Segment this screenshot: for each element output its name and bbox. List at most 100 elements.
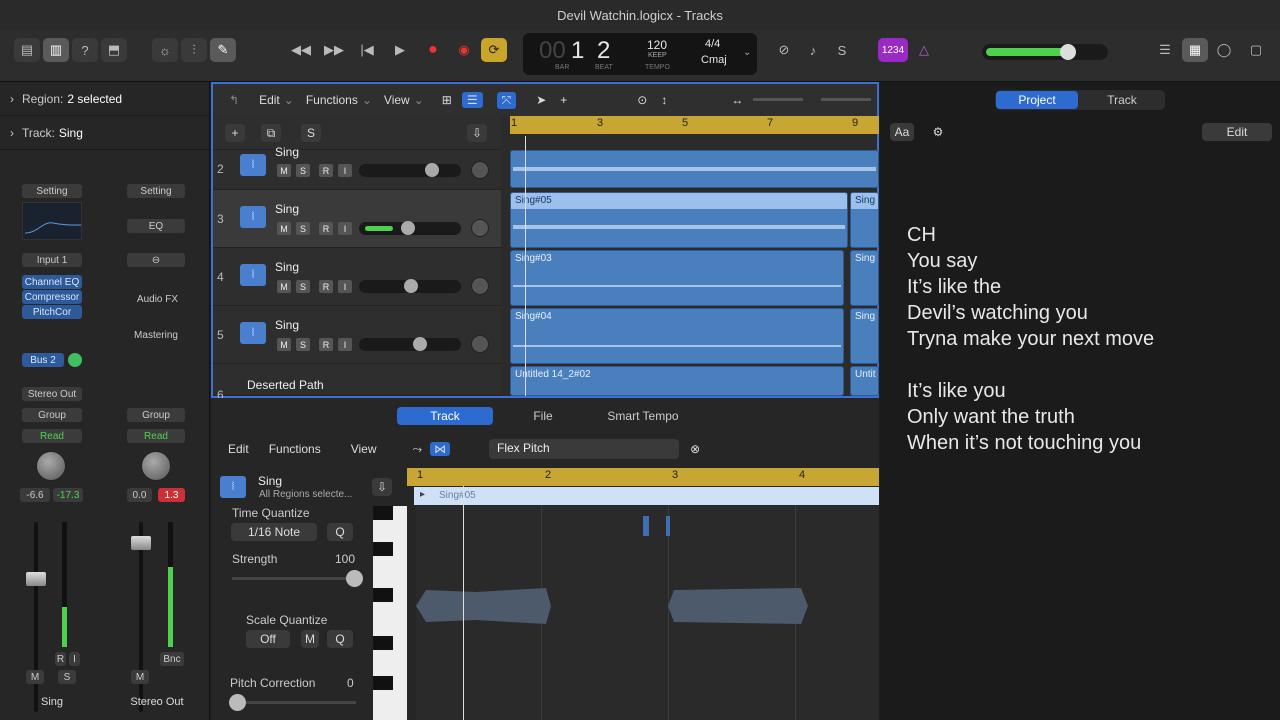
mute-button[interactable]: M [277,222,291,235]
tuner-icon[interactable]: ♪ [800,38,826,62]
back-icon[interactable]: ↰ [229,93,239,107]
cycle-icon[interactable]: ⟳ [481,38,507,62]
volume-fader[interactable] [26,572,46,586]
audio-region[interactable]: Sing#03 [510,250,844,306]
input-monitor-button[interactable]: I [338,338,352,351]
mute-button[interactable]: M [277,164,291,177]
edit-menu[interactable]: Edit [259,93,280,107]
editor-ruler[interactable]: 1 2 3 4 [407,468,879,486]
volume-slider[interactable] [359,221,461,235]
pan-knob[interactable] [36,451,66,481]
quantize-button[interactable]: Q [327,523,353,541]
editor-region-bar[interactable]: ▸ Sing#05 [414,487,879,505]
list-view-icon[interactable]: ☰ [461,92,483,108]
horizontal-zoom-icon[interactable]: ↔ [731,93,743,107]
audio-region[interactable]: Sing [850,250,879,306]
notepad-text[interactable]: CH You say It’s like the Devil’s watchin… [907,222,1154,456]
view-menu[interactable]: View [384,93,410,107]
play-icon[interactable]: ▶ [387,38,413,62]
strength-knob[interactable] [346,570,363,587]
volume-fader[interactable] [131,536,151,550]
mute-button[interactable]: M [277,338,291,351]
global-solo-icon[interactable]: S [301,124,321,142]
master-volume-knob[interactable] [1060,44,1076,60]
input-monitor-button[interactable]: I [338,222,352,235]
volume-knob[interactable] [413,337,427,351]
input-monitor-button[interactable]: I [338,280,352,293]
piano-black-key[interactable] [373,588,393,602]
metronome-icon[interactable]: △ [911,38,937,62]
scale-quantize-button[interactable]: Q [327,630,353,648]
pan-knob[interactable] [471,277,489,295]
add-tool-icon[interactable]: + [560,93,567,107]
plugin-slot[interactable]: Compressor [22,290,82,304]
help-icon[interactable]: ? [72,38,98,62]
tab-track[interactable]: Track [1081,91,1163,109]
list-editors-icon[interactable]: ☰ [1152,38,1178,62]
edit-button[interactable]: Edit [1202,123,1272,141]
mixer-icon[interactable]: ⫶ [181,38,207,62]
audio-region[interactable]: Sing [850,308,879,364]
audio-region[interactable]: Sing [850,192,879,248]
track-name[interactable]: Sing [275,202,299,216]
record-enable-button[interactable]: R [319,338,333,351]
solo-button[interactable]: S [58,670,76,684]
functions-menu[interactable]: Functions [306,93,358,107]
notepad-icon[interactable]: ▦ [1182,38,1208,62]
input-slot[interactable]: Input 1 [22,253,82,267]
track-header[interactable]: 3 ⦚ Sing M S R I [213,190,501,248]
solo-button[interactable]: S [296,338,310,351]
go-to-beginning-icon[interactable]: |◀ [354,38,380,62]
inspector-icon[interactable]: ▥ [43,38,69,62]
region-inspector-header[interactable]: › Region: 2 selected [0,82,209,116]
editors-icon[interactable]: ✎ [210,38,236,62]
flex-toggle-icon[interactable]: ⋈ [430,442,451,456]
piano-keyboard[interactable] [373,506,407,720]
low-latency-icon[interactable]: ⊘ [771,38,797,62]
tab-file[interactable]: File [501,407,585,425]
track-header[interactable]: 5 ⦚ Sing M S R I [213,306,501,364]
rewind-icon[interactable]: ◀◀ [288,38,314,62]
record-icon[interactable]: ● [420,38,446,62]
volume-knob[interactable] [404,279,418,293]
group-slot[interactable]: Group [22,408,82,422]
link-icon[interactable]: ⊖ [127,253,185,267]
solo-button[interactable]: S [296,280,310,293]
flex-icon[interactable]: ⤳ [413,442,423,457]
pointer-tool-icon[interactable]: ➤ [536,93,546,107]
piano-black-key[interactable] [373,636,393,650]
track-header[interactable]: 6 Deserted Path [213,364,501,402]
flex-pitch-grid[interactable] [416,486,879,720]
input-monitor-button[interactable]: I [338,164,352,177]
solo-icon[interactable]: S [829,38,855,62]
mastering-slot[interactable]: Mastering [127,330,185,341]
setting-button[interactable]: Setting [127,184,185,198]
record-enable-button[interactable]: R [319,222,333,235]
time-quantize-select[interactable]: 1/16 Note [231,523,317,541]
mute-button[interactable]: M [277,280,291,293]
forward-icon[interactable]: ▶▶ [321,38,347,62]
master-volume-slider[interactable] [982,44,1108,60]
eq-thumbnail[interactable] [22,202,82,240]
mute-button[interactable]: M [131,670,149,684]
audio-region[interactable] [510,150,879,188]
vertical-zoom-icon[interactable]: ↕ [661,93,667,107]
audio-region[interactable]: Untit [850,366,879,396]
automation-mode[interactable]: Read [22,429,82,443]
download-icon[interactable]: ⇩ [467,124,487,142]
strength-slider[interactable] [232,570,363,587]
download-icon[interactable]: ⇩ [372,478,392,496]
piano-black-key[interactable] [373,506,393,520]
loop-browser-icon[interactable]: ◯ [1211,38,1237,62]
tab-project[interactable]: Project [996,91,1078,109]
track-header[interactable]: 4 ⦚ Sing M S R I [213,248,501,306]
tab-smart-tempo[interactable]: Smart Tempo [595,407,691,425]
send-slot[interactable]: Bus 2 [22,353,64,367]
add-track-button[interactable]: + [225,124,245,142]
chevron-down-icon[interactable]: ⌄ [743,47,751,58]
pan-knob[interactable] [471,219,489,237]
toolbar-icon[interactable]: ⬒ [101,38,127,62]
record-enable-button[interactable]: R [319,280,333,293]
track-name[interactable]: Sing [275,260,299,274]
playhead[interactable] [525,136,526,396]
